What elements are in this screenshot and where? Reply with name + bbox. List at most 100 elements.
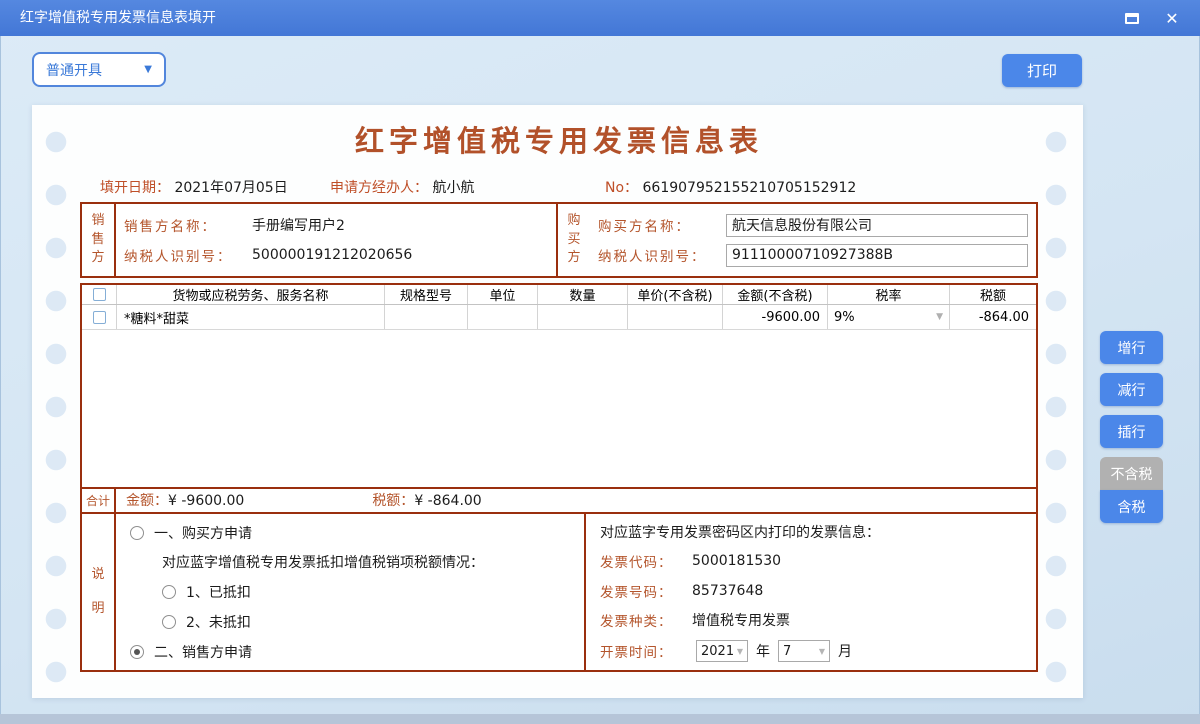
deduct-caption-text: 对应蓝字增值税专用发票抵扣增值税销项税额情况： bbox=[162, 552, 484, 572]
invoice-number-value: 85737648 bbox=[692, 583, 763, 599]
notes-side-cell: 说明 bbox=[82, 514, 116, 671]
totals-amount-label: 金额： bbox=[126, 493, 168, 509]
invoice-month-select[interactable]: 7 ▼ bbox=[778, 640, 830, 662]
option-deducted[interactable]: 1、已抵扣 bbox=[162, 582, 584, 602]
seller-taxid-value: 500000191212020656 bbox=[252, 247, 412, 263]
totals-tax-label: 税额： bbox=[372, 493, 414, 509]
col-name: 货物或应税劳务、服务名称 bbox=[117, 285, 385, 304]
row-name-cell[interactable]: *糖料*甜菜 bbox=[117, 305, 385, 329]
remove-row-button[interactable]: 减行 bbox=[1100, 373, 1163, 406]
chevron-down-icon: ▼ bbox=[737, 647, 743, 656]
insert-row-button[interactable]: 插行 bbox=[1100, 415, 1163, 448]
month-unit: 月 bbox=[838, 641, 852, 661]
blue-invoice-caption-text: 对应蓝字专用发票密码区内打印的发票信息： bbox=[600, 522, 880, 542]
row-qty-cell[interactable] bbox=[538, 305, 628, 329]
close-icon: ✕ bbox=[1165, 9, 1178, 28]
invoice-time-label: 开票时间： bbox=[600, 641, 692, 661]
invoice-type-value: 增值税专用发票 bbox=[692, 610, 790, 630]
fill-date: 填开日期： 2021年07月05日 bbox=[100, 177, 288, 197]
radio-icon[interactable] bbox=[162, 615, 176, 629]
col-unit: 单位 bbox=[468, 285, 538, 304]
seller-taxid-label: 纳税人识别号： bbox=[124, 245, 252, 265]
totals-label: 合计 bbox=[82, 489, 116, 512]
notes-section: 说明 一、购买方申请 对应蓝字增值税专用发票抵扣增值税销项税额情况： 1、已抵扣… bbox=[82, 514, 1036, 671]
row-taxrate-value: 9% bbox=[834, 310, 855, 325]
col-price: 单价(不含税) bbox=[628, 285, 723, 304]
invoice-type-label: 发票种类： bbox=[600, 610, 692, 630]
row-amount-cell[interactable]: -9600.00 bbox=[723, 305, 828, 329]
totals-amount: 金额：¥ -9600.00 bbox=[126, 490, 244, 510]
buyer-taxid-input[interactable] bbox=[726, 244, 1028, 267]
applicant-value: 航小航 bbox=[432, 180, 474, 196]
fill-date-value: 2021年07月05日 bbox=[174, 180, 287, 196]
window-bottom-edge bbox=[0, 714, 1200, 724]
option-buyer-apply[interactable]: 一、购买方申请 bbox=[130, 523, 584, 543]
issue-mode-value: 普通开具 bbox=[46, 60, 102, 80]
radio-selected-icon[interactable] bbox=[130, 645, 144, 659]
col-taxrate: 税率 bbox=[828, 285, 950, 304]
seller-name-value: 手册编写用户2 bbox=[252, 215, 345, 235]
tax-included-toggle[interactable]: 含税 bbox=[1100, 490, 1163, 523]
chevron-down-icon: ▼ bbox=[819, 647, 825, 656]
tax-included-label: 含税 bbox=[1118, 497, 1146, 517]
col-spec: 规格型号 bbox=[385, 285, 468, 304]
buyer-side-cell: 购买方 bbox=[556, 204, 590, 276]
buyer-name-input[interactable] bbox=[726, 214, 1028, 237]
radio-icon[interactable] bbox=[130, 526, 144, 540]
restore-button[interactable] bbox=[1112, 0, 1152, 36]
option-not-deducted-label: 2、未抵扣 bbox=[186, 612, 251, 632]
select-all-checkbox[interactable] bbox=[93, 288, 106, 301]
form-title: 红字增值税专用发票信息表 bbox=[80, 118, 1038, 160]
items-table: 货物或应税劳务、服务名称 规格型号 单位 数量 单价(不含税) 金额(不含税) … bbox=[80, 283, 1038, 672]
buyer-name-label: 购买方名称： bbox=[598, 215, 726, 235]
window-title: 红字增值税专用发票信息表填开 bbox=[20, 0, 216, 36]
applicant: 申请方经办人： 航小航 bbox=[330, 177, 474, 197]
form-number: No： 661907952155210705152912 bbox=[605, 177, 856, 197]
row-tax-cell[interactable]: -864.00 bbox=[950, 305, 1036, 329]
row-checkbox-cell bbox=[82, 305, 117, 329]
issue-mode-select[interactable]: 普通开具 ▼ bbox=[32, 52, 166, 87]
print-button[interactable]: 打印 bbox=[1002, 54, 1082, 87]
option-not-deducted[interactable]: 2、未抵扣 bbox=[162, 612, 584, 632]
totals-tax-value: ¥ -864.00 bbox=[414, 493, 481, 509]
select-all-cell bbox=[82, 285, 117, 304]
close-button[interactable]: ✕ bbox=[1152, 0, 1192, 36]
blue-invoice-caption: 对应蓝字专用发票密码区内打印的发票信息： bbox=[600, 522, 1036, 542]
col-amount: 金额(不含税) bbox=[723, 285, 828, 304]
chevron-down-icon: ▼ bbox=[936, 312, 943, 322]
totals-row: 合计 金额：¥ -9600.00 税额：¥ -864.00 bbox=[82, 487, 1036, 514]
invoice-year-select[interactable]: 2021 ▼ bbox=[696, 640, 748, 662]
invoice-month-value: 7 bbox=[783, 644, 791, 659]
row-unit-cell[interactable] bbox=[468, 305, 538, 329]
buyer-taxid-label: 纳税人识别号： bbox=[598, 245, 726, 265]
blue-invoice-info: 对应蓝字专用发票密码区内打印的发票信息： 发票代码： 5000181530 发票… bbox=[586, 514, 1036, 671]
row-spec-cell[interactable] bbox=[385, 305, 468, 329]
table-empty-area bbox=[82, 330, 1036, 487]
invoice-code-value: 5000181530 bbox=[692, 553, 781, 569]
tax-excluded-toggle[interactable]: 不含税 bbox=[1100, 457, 1163, 490]
form-header-row: 填开日期： 2021年07月05日 申请方经办人： 航小航 No： 661907… bbox=[80, 177, 1038, 197]
seller-fields: 销售方名称： 手册编写用户2 纳税人识别号： 50000019121202065… bbox=[116, 204, 556, 276]
row-price-cell[interactable] bbox=[628, 305, 723, 329]
perforation-dots-left bbox=[45, 131, 67, 683]
form-number-value: 661907952155210705152912 bbox=[643, 180, 857, 196]
app-window: 红字增值税专用发票信息表填开 ✕ 普通开具 ▼ 打印 红字增值税专用发票信息表 … bbox=[0, 0, 1200, 724]
remove-row-label: 减行 bbox=[1118, 380, 1146, 400]
notes-side-label: 说明 bbox=[91, 558, 106, 626]
tax-excluded-label: 不含税 bbox=[1111, 464, 1153, 484]
seller-name-label: 销售方名称： bbox=[124, 215, 252, 235]
buyer-fields: 购买方名称： 纳税人识别号： bbox=[590, 204, 1036, 276]
items-table-header: 货物或应税劳务、服务名称 规格型号 单位 数量 单价(不含税) 金额(不含税) … bbox=[82, 285, 1036, 305]
invoice-number-label: 发票号码： bbox=[600, 581, 692, 601]
applicant-label: 申请方经办人： bbox=[330, 180, 428, 196]
row-checkbox[interactable] bbox=[93, 311, 106, 324]
party-box: 销售方 销售方名称： 手册编写用户2 纳税人识别号： 5000001912120… bbox=[80, 202, 1038, 278]
perforation-dots-right bbox=[1045, 131, 1067, 683]
radio-icon[interactable] bbox=[162, 585, 176, 599]
notes-options: 一、购买方申请 对应蓝字增值税专用发票抵扣增值税销项税额情况： 1、已抵扣 2、… bbox=[116, 514, 586, 671]
option-seller-apply[interactable]: 二、销售方申请 bbox=[130, 642, 584, 662]
option-seller-apply-label: 二、销售方申请 bbox=[154, 642, 252, 662]
fill-date-label: 填开日期： bbox=[100, 180, 170, 196]
row-taxrate-select[interactable]: 9% ▼ bbox=[828, 305, 950, 329]
add-row-button[interactable]: 增行 bbox=[1100, 331, 1163, 364]
